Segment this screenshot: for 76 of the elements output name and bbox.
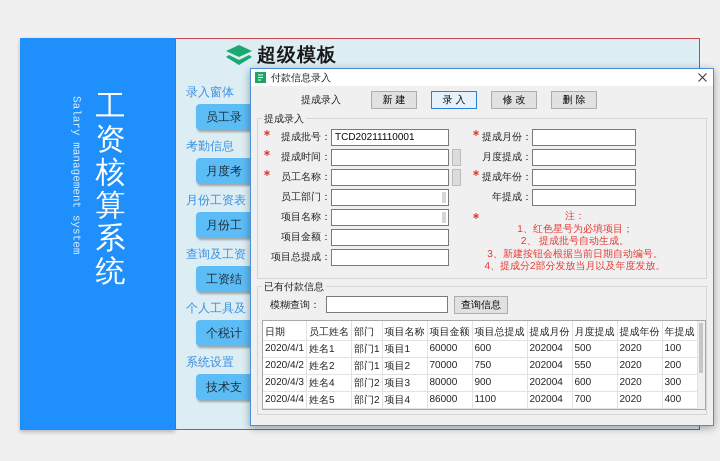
- field-label: 项目金额：: [280, 230, 331, 244]
- table-cell: 100: [662, 340, 697, 357]
- table-cell: 70000: [427, 357, 472, 374]
- table-cell: 550: [572, 357, 617, 374]
- table-cell: 300: [662, 374, 697, 391]
- table-cell: 2020/4/1: [263, 340, 306, 357]
- column-header: 提成年份: [617, 320, 662, 340]
- field-label: 年提成：: [491, 190, 532, 204]
- table-cell: 202004: [527, 357, 572, 374]
- column-header: 项目名称: [382, 320, 427, 340]
- column-header: 日期: [263, 320, 306, 340]
- table-cell: 60000: [427, 340, 472, 357]
- nav-section-label: 录入窗体: [186, 84, 234, 101]
- column-header: 项目金额: [427, 320, 472, 340]
- column-header: 员工姓名: [306, 320, 352, 340]
- table-cell: 202004: [527, 374, 572, 391]
- table-cell: 200: [662, 357, 697, 374]
- nav-section-label: 系统设置: [186, 354, 234, 371]
- column-header: 月度提成: [572, 320, 617, 340]
- app-subtitle: Salary management system: [70, 96, 82, 254]
- group-title: 提成录入: [262, 112, 306, 126]
- table-cell: 2020/4/2: [263, 357, 306, 374]
- table-cell: 项目3: [382, 374, 427, 391]
- table-cell: 86000: [427, 391, 472, 408]
- group-title: 已有付款信息: [262, 280, 326, 294]
- table-cell: 部门1: [351, 340, 382, 357]
- table-cell: 姓名1: [306, 340, 352, 357]
- search-label: 模糊查询：: [270, 298, 320, 312]
- table-cell: 2020/4/3: [263, 374, 306, 391]
- table-cell: 2020: [617, 340, 662, 357]
- toolbar-label: 提成录入: [301, 94, 341, 107]
- table-cell: 部门1: [351, 357, 382, 374]
- table-cell: 80000: [427, 374, 472, 391]
- table-cell: 姓名5: [306, 391, 352, 408]
- field-label: 员工名称：: [280, 171, 331, 184]
- nav-section-label: 个人工具及: [186, 300, 246, 317]
- column-header: 项目总提成: [472, 320, 527, 340]
- column-header: 年提成: [662, 320, 697, 340]
- table-cell: 500: [572, 340, 617, 357]
- table-cell: 项目4: [382, 391, 427, 408]
- table-cell: 项目2: [382, 357, 427, 374]
- table-cell: 600: [472, 340, 527, 357]
- table-cell: 2020: [617, 374, 662, 391]
- table-cell: 900: [472, 374, 527, 391]
- table-cell: 2020: [617, 391, 662, 408]
- app-title: 工资核算系统: [96, 90, 126, 288]
- table-cell: 700: [572, 391, 617, 408]
- table-cell: 202004: [527, 391, 572, 408]
- field-label: 提成批号：: [280, 130, 331, 144]
- nav-section-label: 月份工资表: [186, 192, 246, 209]
- table-cell: 750: [472, 357, 527, 374]
- table-cell: 400: [662, 391, 697, 408]
- field-label: 提成年份：: [481, 170, 532, 184]
- table-cell: 项目1: [382, 340, 427, 357]
- table-cell: 2020: [617, 357, 662, 374]
- field-label: 月度提成：: [481, 150, 532, 164]
- column-header: 部门: [351, 320, 382, 340]
- table-cell: 202004: [527, 340, 572, 357]
- table-cell: 2020/4/4: [263, 391, 306, 408]
- logo-text: 超级模板: [257, 44, 337, 68]
- note-text: 注： 1、红色星号为必填项目； 2、 提成批号自动生成。 3、新建按钮会根据当前日期自动编号。 4、提成分2部分发放当月以及年度发放。: [483, 211, 667, 274]
- table-cell: 姓名2: [306, 357, 352, 374]
- field-label: 项目名称：: [280, 211, 331, 224]
- column-header: 提成月份: [527, 320, 572, 340]
- table-cell: 600: [572, 374, 617, 391]
- nav-section-label: 考勤信息: [186, 138, 234, 155]
- table-cell: 1100: [472, 391, 527, 408]
- field-label: 员工部门：: [280, 190, 331, 204]
- table-cell: 部门2: [351, 391, 382, 408]
- table-cell: 姓名4: [306, 374, 352, 391]
- nav-section-label: 查询及工资: [186, 246, 246, 263]
- field-label: 提成月份：: [481, 130, 532, 144]
- field-label: 提成时间：: [280, 150, 331, 164]
- field-label: 项目总提成：: [271, 250, 331, 264]
- table-cell: 部门2: [351, 374, 382, 391]
- dialog-title: 付款信息录入: [271, 72, 332, 84]
